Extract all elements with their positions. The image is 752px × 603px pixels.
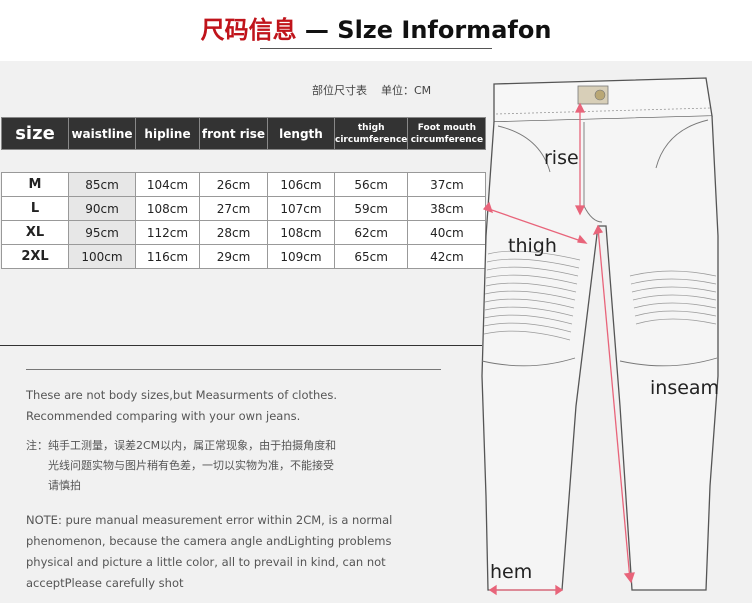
col-hipline: hipline — [135, 117, 200, 150]
cell-foot: 42cm — [407, 244, 487, 269]
size-table: size waistline hipline front rise length… — [1, 117, 487, 269]
label-thigh: thigh — [508, 235, 557, 257]
note-line: 注：纯手工测量，误差2CM以内，属正常现象，由于拍摄角度和 — [26, 439, 337, 452]
note-line: NOTE: pure manual measurement error with… — [26, 513, 393, 527]
cell-front-rise: 28cm — [199, 220, 268, 245]
col-length: length — [267, 117, 335, 150]
title-underline — [260, 48, 492, 49]
cell-thigh: 56cm — [333, 172, 409, 197]
size-table-header: size waistline hipline front rise length… — [1, 117, 487, 150]
page-title: 尺码信息 — Slze Informafon — [0, 10, 752, 45]
cell-thigh: 62cm — [333, 220, 409, 245]
note-line: 光线问题实物与图片稍有色差，一切以实物为准，不能接受 — [48, 459, 334, 472]
col-waistline: waistline — [68, 117, 136, 150]
col-foot-mouth: Foot mouth circumference — [407, 117, 487, 150]
unit-note: 部位尺寸表 单位：CM — [312, 84, 432, 97]
col-size: size — [1, 117, 69, 150]
jeans-diagram: rise thigh inseam hem — [481, 77, 719, 596]
note-line: These are not body sizes,but Measurments… — [26, 388, 338, 402]
row-size: 2XL — [1, 244, 69, 269]
note-line: 请慎拍 — [48, 479, 81, 492]
notes-english-intro: These are not body sizes,but Measurments… — [26, 385, 337, 427]
cell-foot: 37cm — [407, 172, 487, 197]
label-rise: rise — [544, 147, 579, 169]
col-thigh: thigh circumference — [333, 117, 409, 150]
row-size: XL — [1, 220, 69, 245]
cell-waistline: 90cm — [68, 196, 136, 221]
cell-front-rise: 26cm — [199, 172, 268, 197]
col-foot-line1: Foot mouth — [417, 122, 477, 133]
col-thigh-line1: thigh — [357, 122, 385, 133]
cell-hipline: 104cm — [135, 172, 200, 197]
cell-thigh: 59cm — [333, 196, 409, 221]
note-line: physical and picture a little color, all… — [26, 555, 386, 569]
cell-waistline: 100cm — [68, 244, 136, 269]
table-row: L 90cm 108cm 27cm 107cm 59cm 38cm — [1, 196, 487, 221]
notes-english: NOTE: pure manual measurement error with… — [26, 510, 392, 594]
title-english: — Slze Informafon — [296, 16, 552, 44]
notes-divider — [26, 369, 441, 370]
table-row: XL 95cm 112cm 28cm 108cm 62cm 40cm — [1, 220, 487, 245]
cell-hipline: 112cm — [135, 220, 200, 245]
note-line: acceptPlease carefully shot — [26, 576, 184, 590]
cell-waistline: 85cm — [68, 172, 136, 197]
label-hem: hem — [490, 561, 532, 583]
cell-foot: 40cm — [407, 220, 487, 245]
cell-length: 109cm — [267, 244, 335, 269]
cell-thigh: 65cm — [333, 244, 409, 269]
cell-hipline: 116cm — [135, 244, 200, 269]
note-line: phenomenon, because the camera angle and… — [26, 534, 392, 548]
col-front-rise: front rise — [199, 117, 268, 150]
cell-length: 108cm — [267, 220, 335, 245]
notes-chinese: 注：纯手工测量，误差2CM以内，属正常现象，由于拍摄角度和 光线问题实物与图片稍… — [26, 436, 336, 496]
button-icon — [594, 89, 606, 101]
jeans-outline — [481, 115, 719, 591]
col-foot-line2: circumference — [410, 134, 484, 145]
cell-hipline: 108cm — [135, 196, 200, 221]
row-size: M — [1, 172, 69, 197]
cell-length: 106cm — [267, 172, 335, 197]
table-bottom-rule — [0, 345, 482, 346]
col-thigh-line2: circumference — [335, 134, 408, 145]
cell-foot: 38cm — [407, 196, 487, 221]
cell-front-rise: 29cm — [199, 244, 268, 269]
cell-front-rise: 27cm — [199, 196, 268, 221]
label-inseam: inseam — [650, 377, 719, 399]
cell-waistline: 95cm — [68, 220, 136, 245]
row-size: L — [1, 196, 69, 221]
table-row: 2XL 100cm 116cm 29cm 109cm 65cm 42cm — [1, 244, 487, 269]
title-chinese: 尺码信息 — [200, 16, 297, 44]
note-line: Recommended comparing with your own jean… — [26, 409, 301, 423]
cell-length: 107cm — [267, 196, 335, 221]
table-row: M 85cm 104cm 26cm 106cm 56cm 37cm — [1, 172, 487, 197]
